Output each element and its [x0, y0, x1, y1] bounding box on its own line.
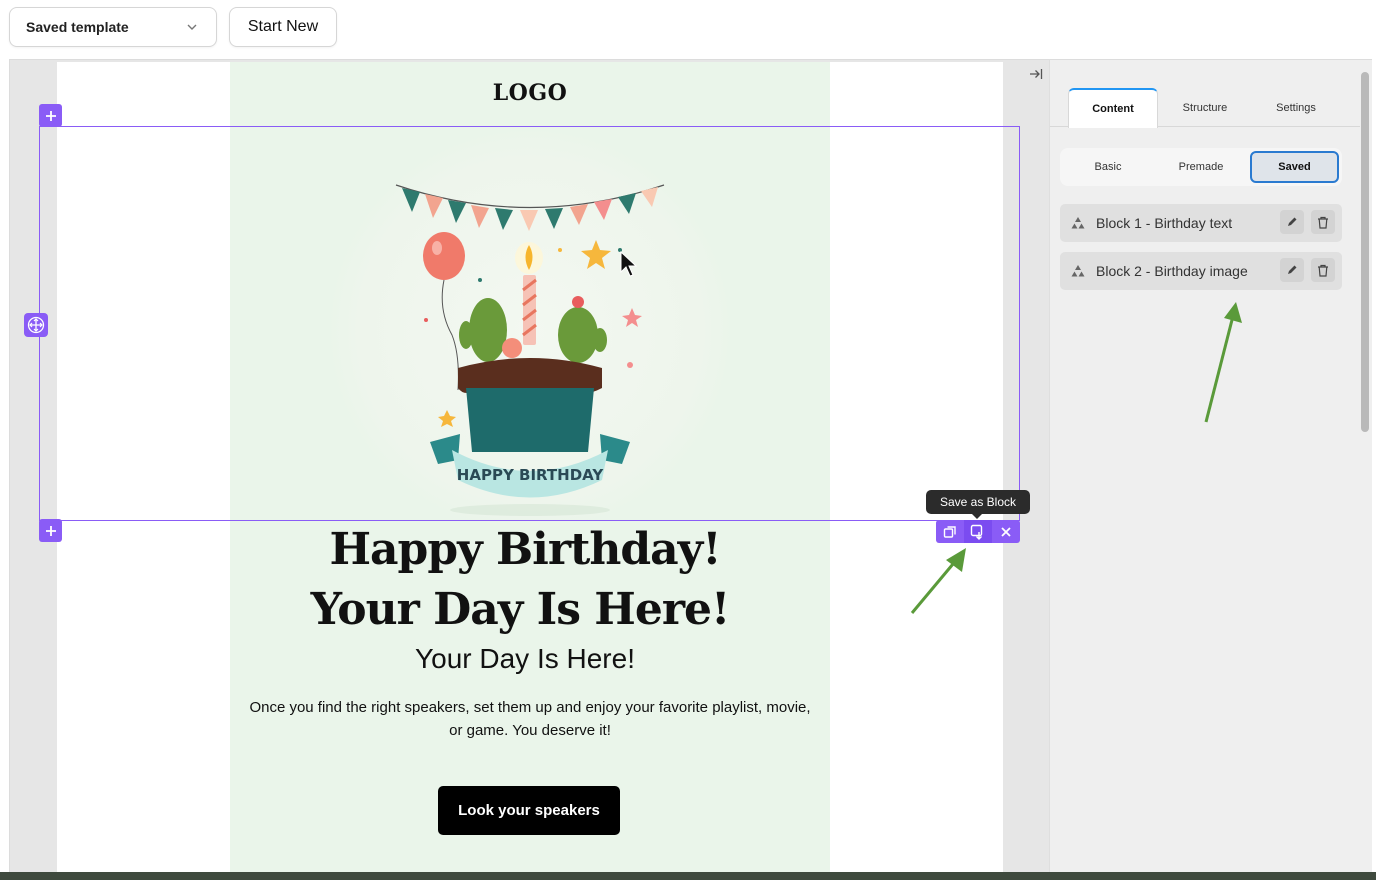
plus-icon	[45, 525, 56, 536]
add-row-above-button[interactable]	[39, 104, 62, 127]
editor-canvas: LOGO HAPPY BIRTHDAY Save as Block Happy …	[9, 59, 1049, 872]
edit-block-button[interactable]	[1280, 210, 1304, 234]
saved-block-label: Block 2 - Birthday image	[1096, 263, 1248, 279]
move-icon	[27, 316, 45, 334]
trash-icon	[1318, 216, 1328, 229]
paragraph-line-1: Once you find the right speakers, set th…	[249, 699, 811, 716]
paragraph-line-2: or game. You deserve it!	[449, 722, 611, 739]
delete-block-button[interactable]	[1311, 210, 1335, 234]
cta-button[interactable]: Look your speakers	[438, 786, 620, 835]
subtab-saved[interactable]: Saved	[1250, 151, 1339, 183]
tab-settings[interactable]: Settings	[1250, 88, 1342, 127]
subheading[interactable]: Your Day Is Here!	[230, 643, 820, 675]
pencil-icon	[1288, 265, 1297, 274]
block-source-subtabs: Basic Premade Saved	[1060, 148, 1342, 186]
saved-block-item[interactable]: Block 2 - Birthday image	[1060, 252, 1342, 290]
chevron-down-icon	[187, 24, 197, 30]
duplicate-icon	[943, 525, 956, 538]
tab-structure[interactable]: Structure	[1160, 88, 1250, 127]
collapse-panel-icon[interactable]	[1028, 66, 1044, 82]
saved-block-item[interactable]: Block 1 - Birthday text	[1060, 204, 1342, 242]
top-bar: Saved template Start New	[0, 0, 1376, 58]
move-row-handle[interactable]	[24, 313, 48, 337]
trash-icon	[1318, 264, 1328, 277]
save-as-block-button[interactable]	[964, 520, 992, 543]
delete-row-button[interactable]	[992, 520, 1020, 543]
close-icon	[1001, 526, 1011, 537]
save-as-block-tooltip: Save as Block	[926, 490, 1030, 519]
heading-your-day[interactable]: Your Day Is Here!	[225, 584, 815, 635]
selected-row-outline	[39, 126, 1020, 521]
add-row-below-button[interactable]	[39, 519, 62, 542]
start-new-button[interactable]: Start New	[229, 7, 337, 47]
edit-block-button[interactable]	[1280, 258, 1304, 282]
right-panel: Content Structure Settings Basic Premade…	[1049, 59, 1372, 872]
template-select-value: Saved template	[26, 19, 129, 35]
duplicate-row-button[interactable]	[936, 520, 964, 543]
save-block-icon	[970, 524, 983, 540]
template-select[interactable]: Saved template	[9, 7, 217, 47]
body-paragraph[interactable]: Once you find the right speakers, set th…	[245, 696, 815, 742]
blocks-drag-icon[interactable]	[1071, 216, 1085, 230]
delete-block-button[interactable]	[1311, 258, 1335, 282]
panel-scrollbar[interactable]	[1361, 72, 1369, 432]
panel-tabs: Content Structure Settings	[1050, 88, 1360, 128]
heading-happy-birthday[interactable]: Happy Birthday!	[230, 524, 820, 575]
pencil-icon	[1288, 217, 1297, 226]
tab-content[interactable]: Content	[1068, 88, 1158, 128]
plus-icon	[45, 110, 56, 121]
bottom-edge	[0, 872, 1376, 880]
email-logo[interactable]: LOGO	[230, 80, 830, 106]
subtab-premade[interactable]: Premade	[1158, 151, 1244, 183]
subtab-basic[interactable]: Basic	[1066, 151, 1150, 183]
saved-block-label: Block 1 - Birthday text	[1096, 215, 1233, 231]
blocks-drag-icon[interactable]	[1071, 264, 1085, 278]
row-action-toolbar	[936, 520, 1020, 543]
